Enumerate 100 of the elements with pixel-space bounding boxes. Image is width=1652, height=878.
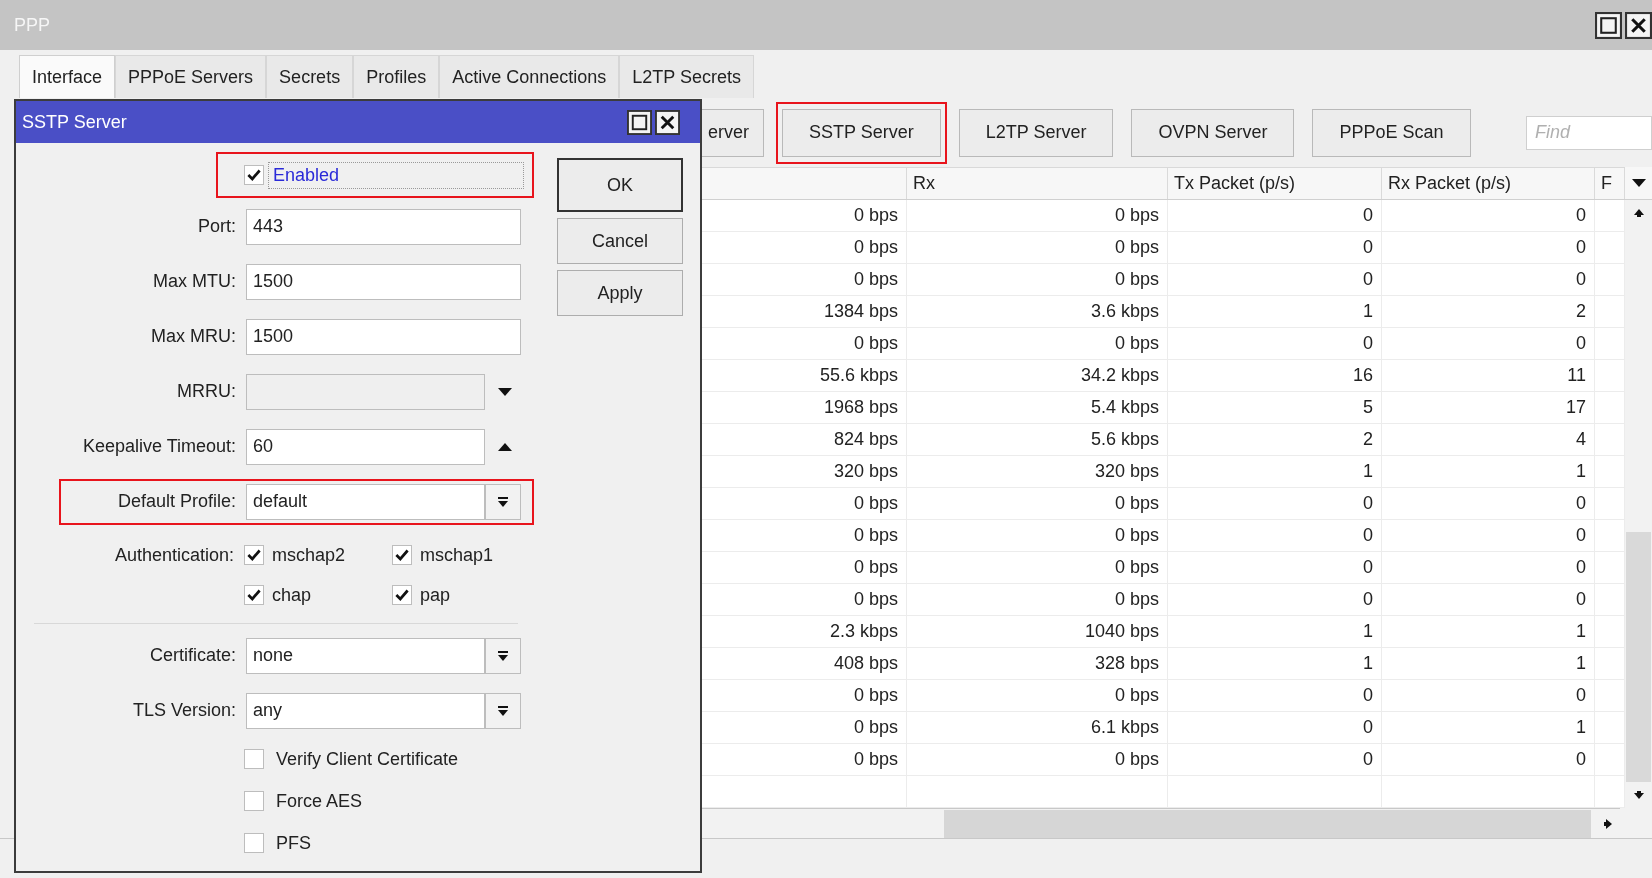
table-cell: 0 <box>1168 552 1382 583</box>
table-cell: 0 <box>1382 232 1595 263</box>
toolbar-button[interactable]: OVPN Server <box>1131 108 1295 157</box>
tab[interactable]: L2TP Secrets <box>619 55 754 98</box>
table-cell: 0 bps <box>907 552 1168 583</box>
tab[interactable]: Profiles <box>353 55 440 98</box>
column-header[interactable]: Rx Packet (p/s) <box>1382 168 1595 199</box>
table-cell: 2 <box>1382 296 1595 327</box>
table-cell: 0 <box>1382 264 1595 295</box>
table-cell: 0 <box>1168 584 1382 615</box>
table-cell: 1040 bps <box>907 616 1168 647</box>
down-arrow-icon <box>497 649 509 662</box>
column-menu-icon[interactable] <box>1631 178 1646 188</box>
table-cell: 1 <box>1382 616 1595 647</box>
checkbox[interactable] <box>244 165 264 185</box>
table-cell: 1 <box>1382 648 1595 679</box>
down-arrow-icon <box>497 495 509 508</box>
table-cell: 320 bps <box>907 456 1168 487</box>
checkbox[interactable] <box>392 585 412 605</box>
checkbox-label[interactable]: pap <box>420 584 451 606</box>
dialog-button[interactable]: OK <box>557 158 683 212</box>
checkbox[interactable] <box>244 585 264 605</box>
toolbar-button[interactable]: L2TP Server <box>958 108 1114 157</box>
checkbox[interactable] <box>392 545 412 565</box>
maximize-icon[interactable] <box>1595 11 1622 39</box>
input-field[interactable]: 60 <box>246 428 485 465</box>
tab[interactable]: Interface <box>19 55 116 98</box>
table-cell: 0 <box>1382 552 1595 583</box>
input-field[interactable]: 1500 <box>246 263 521 300</box>
column-header[interactable]: Rx <box>907 168 1168 199</box>
field-label: Default Profile: <box>116 491 236 512</box>
checkbox-label[interactable]: Force AES <box>276 790 363 812</box>
tab[interactable]: Active Connections <box>439 55 620 98</box>
close-icon[interactable] <box>655 109 680 135</box>
down-arrow-icon[interactable] <box>1632 790 1645 800</box>
table-cell: 0 bps <box>907 232 1168 263</box>
scrollbar-thumb[interactable] <box>944 809 1591 838</box>
right-arrow-icon[interactable] <box>1603 817 1613 830</box>
table-cell: 0 <box>1168 488 1382 519</box>
toolbar-button[interactable]: SSTP Server <box>782 108 941 157</box>
down-triangle-icon[interactable] <box>497 386 513 397</box>
table-cell: 0 bps <box>907 264 1168 295</box>
scrollbar-thumb[interactable] <box>1626 532 1651 782</box>
table-cell: 0 bps <box>907 680 1168 711</box>
table-cell: 0 <box>1168 744 1382 775</box>
checkbox[interactable] <box>244 791 264 811</box>
table-cell: 1 <box>1168 456 1382 487</box>
table-cell: 1 <box>1168 648 1382 679</box>
dropdown-field[interactable]: default <box>246 483 485 520</box>
dialog-button[interactable]: Apply <box>557 270 683 316</box>
toolbar-button[interactable]: PPPoE Scan <box>1312 108 1471 157</box>
table-cell: 0 <box>1168 328 1382 359</box>
table-cell: 0 bps <box>907 744 1168 775</box>
input-field[interactable]: 1500 <box>246 318 521 355</box>
field-label: Keepalive Timeout: <box>81 436 236 457</box>
dropdown-button[interactable] <box>485 692 521 729</box>
table-cell: 0 <box>1168 200 1382 231</box>
checkbox-label[interactable]: PFS <box>276 832 311 854</box>
up-triangle-icon[interactable] <box>497 441 513 452</box>
tab[interactable]: PPPoE Servers <box>115 55 267 98</box>
table-cell: 0 bps <box>907 200 1168 231</box>
table-cell: 0 <box>1168 712 1382 743</box>
checkbox-label[interactable]: chap <box>272 584 312 606</box>
table-cell: 1 <box>1382 712 1595 743</box>
dropdown-button[interactable] <box>485 483 521 520</box>
close-icon[interactable] <box>1625 11 1652 39</box>
table-cell: 0 bps <box>907 328 1168 359</box>
table-cell: 0 bps <box>907 584 1168 615</box>
dialog-button[interactable]: Cancel <box>557 218 683 264</box>
checkbox-label[interactable]: Enabled <box>268 161 524 189</box>
tab[interactable]: Secrets <box>266 55 354 98</box>
table-cell: 11 <box>1382 360 1595 391</box>
field-label: Max MRU: <box>150 326 236 347</box>
input-field[interactable]: 443 <box>246 208 521 245</box>
up-arrow-icon[interactable] <box>1632 208 1645 218</box>
table-cell: 34.2 kbps <box>907 360 1168 391</box>
table-cell: 0 <box>1168 520 1382 551</box>
table-cell: 6.1 kbps <box>907 712 1168 743</box>
checkbox[interactable] <box>244 749 264 769</box>
column-header[interactable]: Tx Packet (p/s) <box>1168 168 1382 199</box>
input-field[interactable] <box>246 373 485 410</box>
table-cell: 4 <box>1382 424 1595 455</box>
field-label: Max MTU: <box>152 271 236 292</box>
table-cell: 0 <box>1382 328 1595 359</box>
checkbox-label[interactable]: Verify Client Certificate <box>276 748 459 770</box>
table-cell: 5 <box>1168 392 1382 423</box>
table-cell: 1 <box>1168 296 1382 327</box>
table-cell: 328 bps <box>907 648 1168 679</box>
maximize-icon[interactable] <box>627 109 652 135</box>
checkbox[interactable] <box>244 833 264 853</box>
dropdown-field[interactable]: none <box>246 637 485 674</box>
dropdown-field[interactable]: any <box>246 692 485 729</box>
table-cell: 0 <box>1382 744 1595 775</box>
checkbox[interactable] <box>244 545 264 565</box>
dropdown-button[interactable] <box>485 637 521 674</box>
table-cell: 3.6 kbps <box>907 296 1168 327</box>
find-field[interactable]: Find <box>1526 115 1652 150</box>
table-cell: 2 <box>1168 424 1382 455</box>
table-cell: 0 <box>1168 680 1382 711</box>
table-cell: 0 <box>1382 200 1595 231</box>
